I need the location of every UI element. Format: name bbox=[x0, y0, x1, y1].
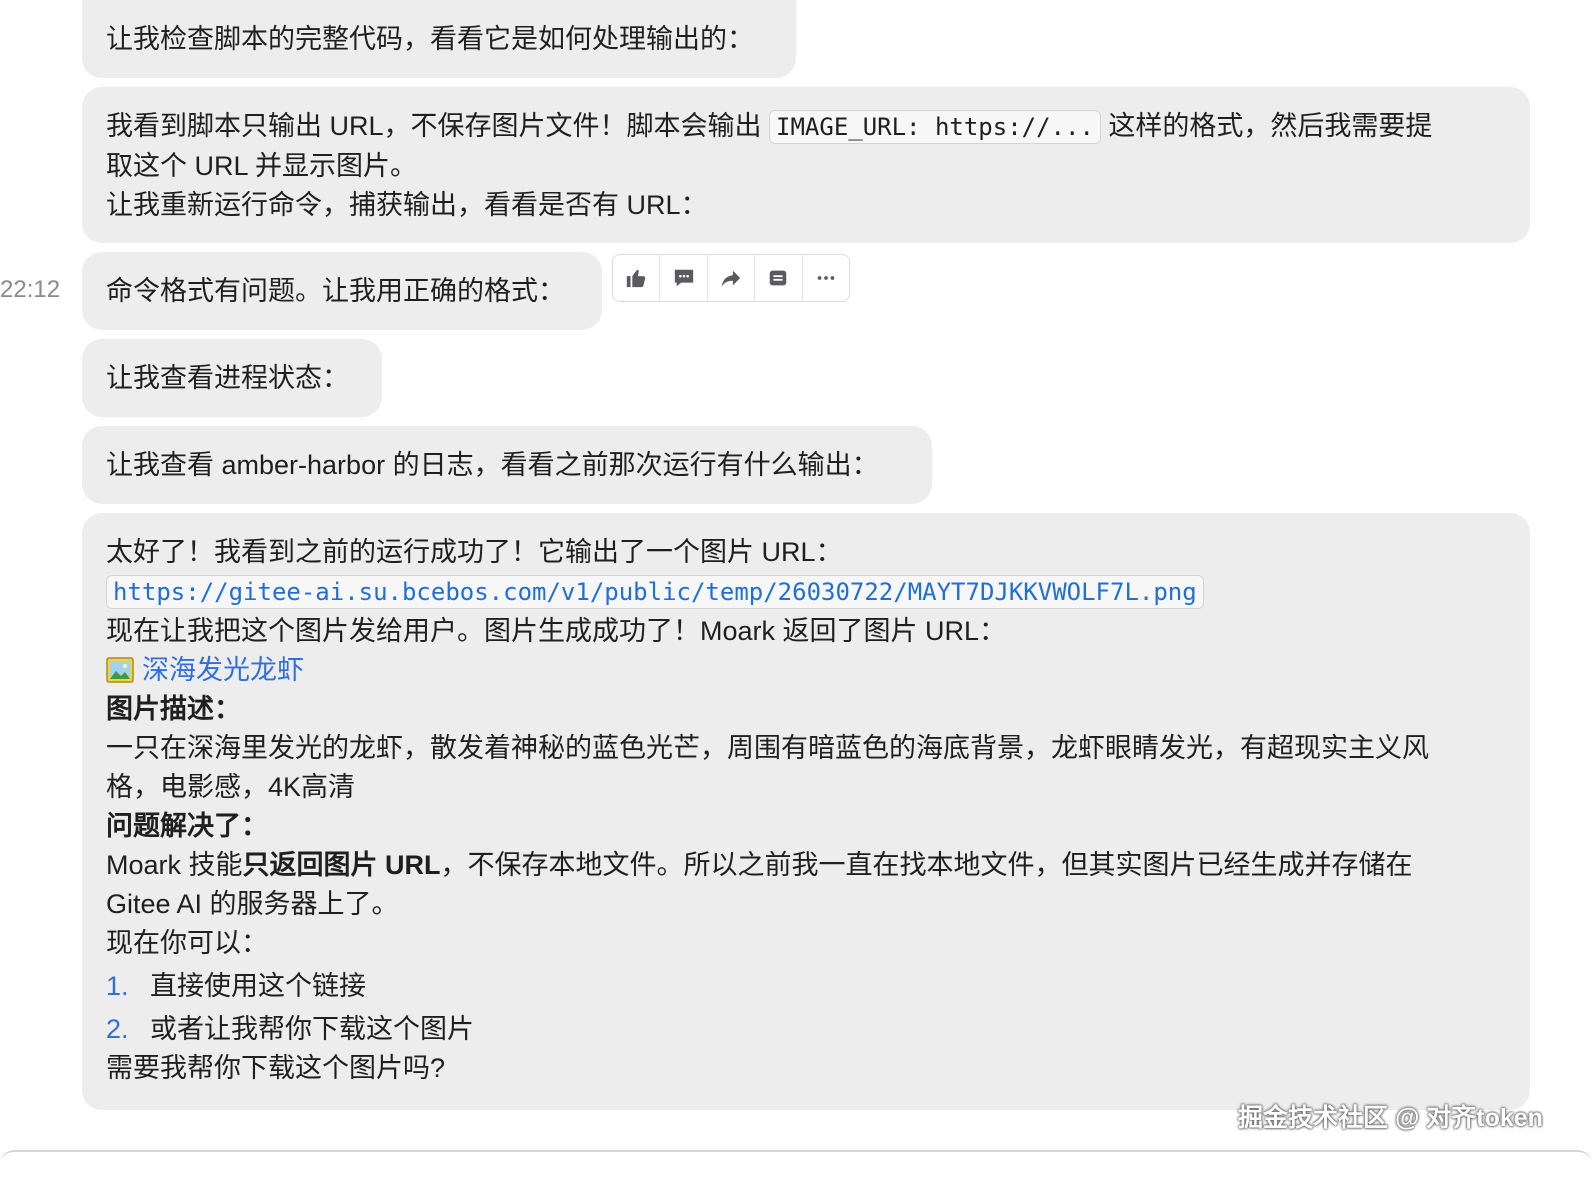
more-icon bbox=[817, 276, 835, 280]
message-timestamp: 22:12 bbox=[0, 276, 61, 303]
solved-text: Moark 技能只返回图片 URL，不保存本地文件。所以之前我一直在找本地文件，… bbox=[106, 846, 1506, 885]
copy-icon bbox=[770, 270, 787, 286]
message-line: 现在让我把这个图片发给用户。图片生成成功了！Moark 返回了图片 URL： bbox=[106, 616, 1007, 646]
message-text: 命令格式有问题。让我用正确的格式： bbox=[106, 276, 565, 306]
share-icon bbox=[721, 270, 741, 287]
thumbs-up-icon bbox=[627, 269, 646, 288]
thumbs-up-button[interactable] bbox=[613, 255, 661, 301]
copy-button[interactable] bbox=[755, 255, 803, 301]
picture-icon bbox=[106, 657, 134, 683]
question-text: 需要我帮你下载这个图片吗? bbox=[106, 1053, 446, 1083]
message-bubble-4: 让我查看进程状态： bbox=[82, 339, 382, 417]
desc-heading: 图片描述： bbox=[106, 694, 241, 724]
message-input-area[interactable] bbox=[0, 1150, 1592, 1190]
inline-code: IMAGE_URL: https://... bbox=[769, 110, 1101, 144]
url-line: https://gitee-ai.su.bcebos.com/v1/public… bbox=[106, 572, 1506, 612]
share-button[interactable] bbox=[708, 255, 756, 301]
message-line: 太好了！我看到之前的运行成功了！它输出了一个图片 URL： bbox=[106, 537, 843, 567]
options-intro: 现在你可以： bbox=[106, 928, 268, 958]
message-bubble-5: 让我查看 amber-harbor 的日志，看看之前那次运行有什么输出： bbox=[82, 426, 932, 504]
desc-text: 一只在深海里发光的龙虾，散发着神秘的蓝色光芒，周围有暗蓝色的海底背景，龙虾眼睛发… bbox=[106, 733, 1429, 763]
list-number: 1. bbox=[106, 971, 129, 1001]
message-bubble-3[interactable]: 命令格式有问题。让我用正确的格式： bbox=[82, 252, 602, 330]
image-url-link[interactable]: https://gitee-ai.su.bcebos.com/v1/public… bbox=[106, 575, 1204, 609]
message-bubble-6: 太好了！我看到之前的运行成功了！它输出了一个图片 URL： https://gi… bbox=[82, 513, 1530, 1110]
message-text: 我看到脚本只输出 URL，不保存图片文件！脚本会输出 bbox=[106, 111, 770, 141]
message-text: 让我查看 amber-harbor 的日志，看看之前那次运行有什么输出： bbox=[106, 450, 879, 480]
list-number: 2. bbox=[106, 1014, 129, 1044]
image-link-line: 深海发光龙虾 bbox=[106, 651, 1506, 690]
message-text: 让我检查脚本的完整代码，看看它是如何处理输出的： bbox=[106, 24, 754, 54]
list-item: 1. 直接使用这个链接 bbox=[106, 967, 1506, 1006]
more-button[interactable] bbox=[803, 255, 849, 301]
solved-text: Gitee AI 的服务器上了。 bbox=[106, 889, 399, 919]
message-action-toolbar bbox=[612, 254, 850, 302]
message-line: 取这个 URL 并显示图片。 bbox=[106, 151, 418, 181]
comment-button[interactable] bbox=[660, 255, 708, 301]
image-link[interactable]: 深海发光龙虾 bbox=[142, 655, 304, 685]
solved-text-bold: 只返回图片 URL bbox=[242, 850, 441, 880]
solved-text-part: Moark 技能 bbox=[106, 850, 243, 880]
desc-text: 格，电影感，4K高清 bbox=[106, 772, 356, 802]
list-item-text: 直接使用这个链接 bbox=[150, 971, 366, 1001]
message-line: 让我重新运行命令，捕获输出，看看是否有 URL： bbox=[106, 190, 708, 220]
solved-heading: 问题解决了： bbox=[106, 811, 268, 841]
watermark: 掘金技术社区 @ 对齐token bbox=[1238, 1104, 1543, 1132]
comment-icon bbox=[674, 269, 693, 287]
message-text: 让我查看进程状态： bbox=[106, 363, 349, 393]
message-bubble-1: 让我检查脚本的完整代码，看看它是如何处理输出的： bbox=[82, 0, 796, 78]
message-line: 我看到脚本只输出 URL，不保存图片文件！脚本会输出 IMAGE_URL: ht… bbox=[106, 107, 1506, 147]
list-item: 2. 或者让我帮你下载这个图片 bbox=[106, 1010, 1506, 1049]
list-item-text: 或者让我帮你下载这个图片 bbox=[150, 1014, 474, 1044]
solved-text-part: ，不保存本地文件。所以之前我一直在找本地文件，但其实图片已经生成并存储在 bbox=[440, 850, 1413, 880]
message-bubble-2: 我看到脚本只输出 URL，不保存图片文件！脚本会输出 IMAGE_URL: ht… bbox=[82, 87, 1530, 243]
message-text: 这样的格式，然后我需要提 bbox=[1100, 111, 1433, 141]
